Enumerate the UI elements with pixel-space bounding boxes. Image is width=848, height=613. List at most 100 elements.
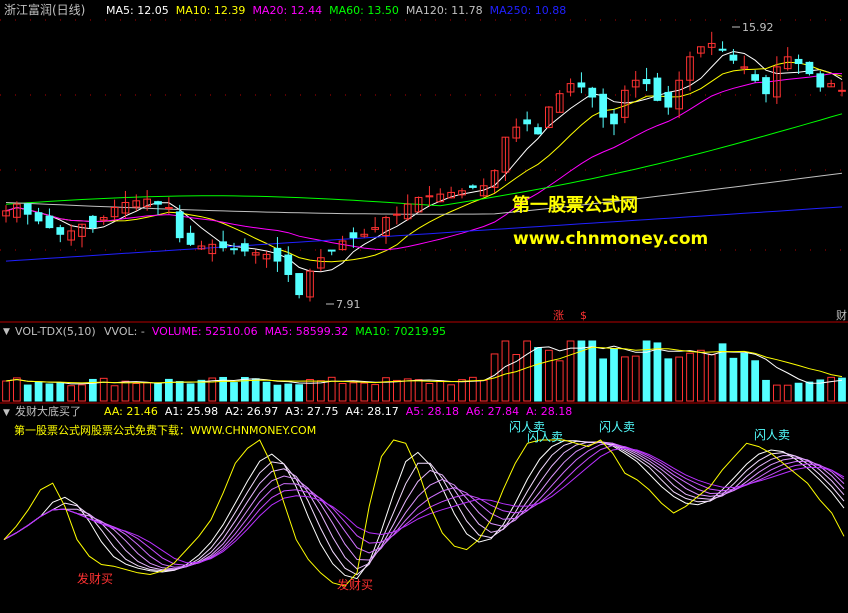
candle-body <box>219 241 228 249</box>
volume-bar <box>479 380 488 402</box>
candlestick-series <box>2 31 846 302</box>
candlestick <box>805 61 814 76</box>
volume-bar <box>154 383 162 402</box>
candlestick <box>273 237 282 272</box>
candle-body <box>230 248 238 251</box>
volume-bar <box>143 382 152 402</box>
indicator-aa-line <box>3 439 845 587</box>
volume-bar <box>783 384 792 402</box>
volume-bar <box>295 384 304 402</box>
volume-bar <box>121 380 130 402</box>
candle-body <box>599 93 608 118</box>
candlestick <box>99 215 108 225</box>
indicator-legend-item: A4: 28.17 <box>346 405 399 418</box>
volume-bar <box>772 384 781 402</box>
stock-chart-window: 浙江富润(日线) MA5: 12.05 MA10: 12.39 MA20: 12.4… <box>0 0 848 613</box>
volume-legend-item: MA10: 70219.95 <box>355 325 446 338</box>
volume-panel-toggle-icon[interactable]: ▼ <box>3 327 10 337</box>
candlestick <box>143 190 152 211</box>
volume-bar <box>273 384 282 402</box>
volume-bar <box>34 381 43 402</box>
sell-signal-label: 闪人卖 <box>527 430 563 444</box>
volume-bar <box>197 379 206 402</box>
candlestick <box>219 230 228 252</box>
candle-body <box>664 91 673 108</box>
volume-bar <box>707 354 716 402</box>
indicator-subtitle: 第一股票公式网股票公式免费下载：WWW.CHNMONEY.COM <box>14 423 316 437</box>
volume-bar <box>631 355 640 402</box>
candlestick <box>197 240 206 251</box>
candle-body <box>327 249 336 252</box>
candlestick <box>338 235 347 251</box>
candle-body <box>392 213 401 216</box>
candlestick <box>707 31 716 56</box>
candlestick <box>479 178 488 197</box>
indicator-legend-item: AA: 21.46 <box>104 405 158 418</box>
candle-body <box>295 273 304 296</box>
volume-bar <box>230 382 238 402</box>
volume-legend-item: VOLUME: 52510.06 <box>152 325 258 338</box>
candlestick <box>523 111 532 132</box>
price-panel-title: 浙江富润(日线) <box>4 2 85 17</box>
volume-bar <box>447 384 456 402</box>
candlestick <box>588 86 597 108</box>
candle-body <box>816 73 825 88</box>
volume-bar <box>175 381 184 402</box>
stock-chart: 浙江富润(日线) MA5: 12.05 MA10: 12.39 MA20: 12.4… <box>0 2 848 592</box>
volume-bar <box>425 383 434 402</box>
volume-bar <box>620 356 629 402</box>
candlestick <box>327 249 336 256</box>
volume-bar <box>371 384 380 402</box>
volume-bar <box>284 383 293 402</box>
indicator-a-line <box>3 441 845 571</box>
candle-body <box>154 201 162 205</box>
candle-body <box>56 227 65 235</box>
candlestick <box>664 85 673 115</box>
candlestick <box>718 41 727 53</box>
volume-bar <box>67 385 76 402</box>
indicator-a-line <box>3 440 845 580</box>
indicator-legend-item: A3: 27.75 <box>285 405 338 418</box>
volume-bar <box>610 348 618 402</box>
candlestick <box>251 249 260 264</box>
candlestick <box>827 79 836 88</box>
high-price-marker: 15.92 <box>732 21 774 34</box>
candlestick <box>240 238 249 257</box>
ma10-line <box>5 61 843 263</box>
volume-bar <box>588 340 597 402</box>
candlestick <box>599 88 608 128</box>
indicator-legend: AA: 21.46 A1: 25.98 A2: 26.97 A3: 27.75 A4: … <box>104 405 572 418</box>
volume-bar <box>696 349 705 402</box>
candlestick <box>154 200 162 216</box>
volume-bar <box>56 381 65 402</box>
volume-bar <box>555 360 564 402</box>
candlestick <box>360 228 369 238</box>
volume-bar <box>338 383 347 402</box>
candlestick <box>468 184 477 190</box>
volume-bar <box>653 342 662 402</box>
price-legend-item: MA60: 13.50 <box>329 4 399 17</box>
buy-signal-label: 发财买 <box>77 571 113 586</box>
wealth-marker: 财 <box>836 308 847 322</box>
candlestick <box>403 194 412 221</box>
candlestick <box>56 224 65 243</box>
rise-marker: 涨 <box>553 309 564 322</box>
volume-bar <box>664 358 673 402</box>
volume-bar <box>501 340 510 402</box>
buy-signal-label: 发财买 <box>337 577 373 592</box>
candlestick <box>262 251 271 268</box>
candlestick <box>566 78 575 97</box>
candle-body <box>762 77 770 95</box>
candlestick <box>12 201 21 223</box>
candle-body <box>729 54 738 61</box>
candlestick <box>447 186 456 199</box>
volume-bar <box>675 356 684 402</box>
indicator-panel-toggle-icon[interactable]: ▼ <box>3 408 10 418</box>
candlestick <box>371 217 380 233</box>
volume-bar <box>186 383 195 402</box>
candle-body <box>240 243 249 252</box>
low-price-marker: 7.91 <box>326 298 361 311</box>
candlestick <box>729 48 738 64</box>
candlestick <box>186 225 195 246</box>
volume-bar <box>12 377 21 402</box>
